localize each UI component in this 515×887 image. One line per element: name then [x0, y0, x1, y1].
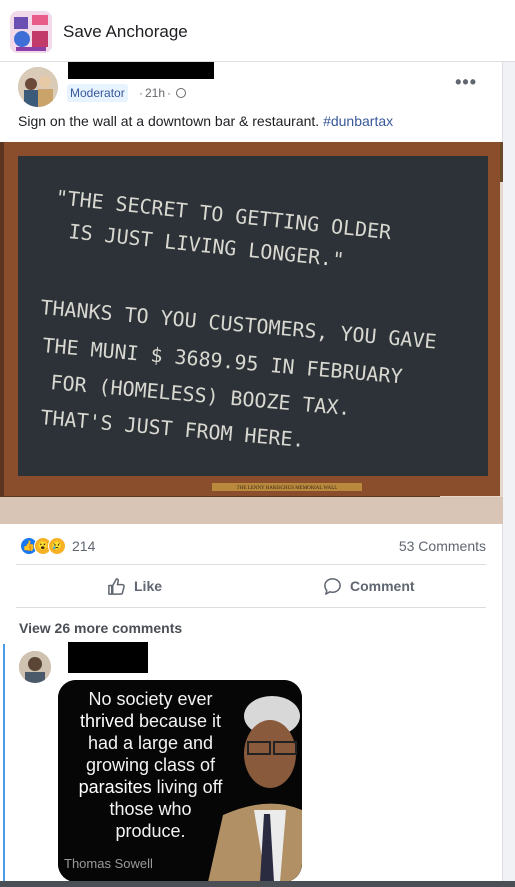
reactions-summary[interactable]: 👍 😮 😢 214 [20, 536, 95, 556]
comment-thread-line [3, 644, 5, 887]
post-body: Sign on the wall at a downtown bar & res… [18, 113, 320, 129]
quote-segment: living off [151, 777, 223, 797]
quote-line-4: growing class of [85, 755, 216, 775]
quote-line-2: thrived because it [58, 710, 243, 732]
divider [16, 607, 486, 608]
quote-line-1: No society ever [88, 689, 213, 709]
group-cover-image [10, 11, 52, 53]
chalkboard-image: THE LENNY HARISCHUS MEMORIAL WALL "THE S… [0, 142, 503, 524]
commenter-photo [19, 651, 51, 683]
quote-emphasis: thrived [79, 711, 134, 731]
plaque-text: THE LENNY HARISCHUS MEMORIAL WALL [237, 486, 338, 491]
author-photo [18, 67, 58, 107]
post-separator-2: · [167, 86, 172, 100]
comment-button[interactable]: Comment [323, 570, 415, 602]
redacted-author-name [68, 62, 214, 79]
post-separator: · [139, 86, 143, 100]
quote-text: No society ever thrived because it had a… [58, 688, 243, 842]
redacted-commenter-name [68, 642, 148, 673]
commenter-avatar[interactable] [19, 651, 51, 683]
hashtag-link[interactable]: #dunbartax [323, 113, 393, 129]
post-meta: · 21h · [139, 86, 187, 100]
reaction-count: 214 [72, 538, 96, 554]
comment-image[interactable]: No society ever thrived because it had a… [58, 680, 302, 882]
post-photo[interactable]: THE LENNY HARISCHUS MEMORIAL WALL "THE S… [0, 142, 503, 524]
quote-emphasis: parasites [78, 777, 152, 797]
moderator-badge: Moderator [67, 84, 128, 102]
like-label: Like [134, 578, 163, 594]
divider [16, 564, 486, 565]
post-card: Moderator · 21h · ••• Sign on the wall a… [0, 62, 503, 887]
post-text: Sign on the wall at a downtown bar & res… [18, 113, 393, 129]
comment-label: Comment [350, 578, 415, 594]
quote-line-6: those who [109, 799, 192, 819]
view-more-comments-link[interactable]: View 26 more comments [19, 620, 182, 636]
globe-icon [176, 88, 187, 98]
thumbs-up-icon [108, 577, 125, 595]
taskbar-edge [0, 881, 515, 887]
quote-credit: Thomas Sowell [64, 856, 153, 871]
sad-reaction-icon: 😢 [48, 537, 66, 555]
group-header: Save Anchorage [0, 0, 515, 62]
post-time[interactable]: 21h [145, 86, 165, 100]
comments-count-link[interactable]: 53 Comments [399, 538, 486, 554]
like-button[interactable]: Like [107, 570, 162, 602]
author-avatar[interactable] [18, 67, 58, 107]
group-name[interactable]: Save Anchorage [63, 22, 188, 42]
comment-icon [324, 577, 341, 595]
quote-line-3: had a large and [87, 733, 214, 753]
quote-segment: because it [133, 711, 222, 731]
quote-line-5: parasites living off [58, 776, 243, 798]
group-thumbnail[interactable] [10, 11, 52, 53]
quote-line-7: produce. [115, 821, 186, 841]
more-options-icon[interactable]: ••• [455, 72, 477, 93]
